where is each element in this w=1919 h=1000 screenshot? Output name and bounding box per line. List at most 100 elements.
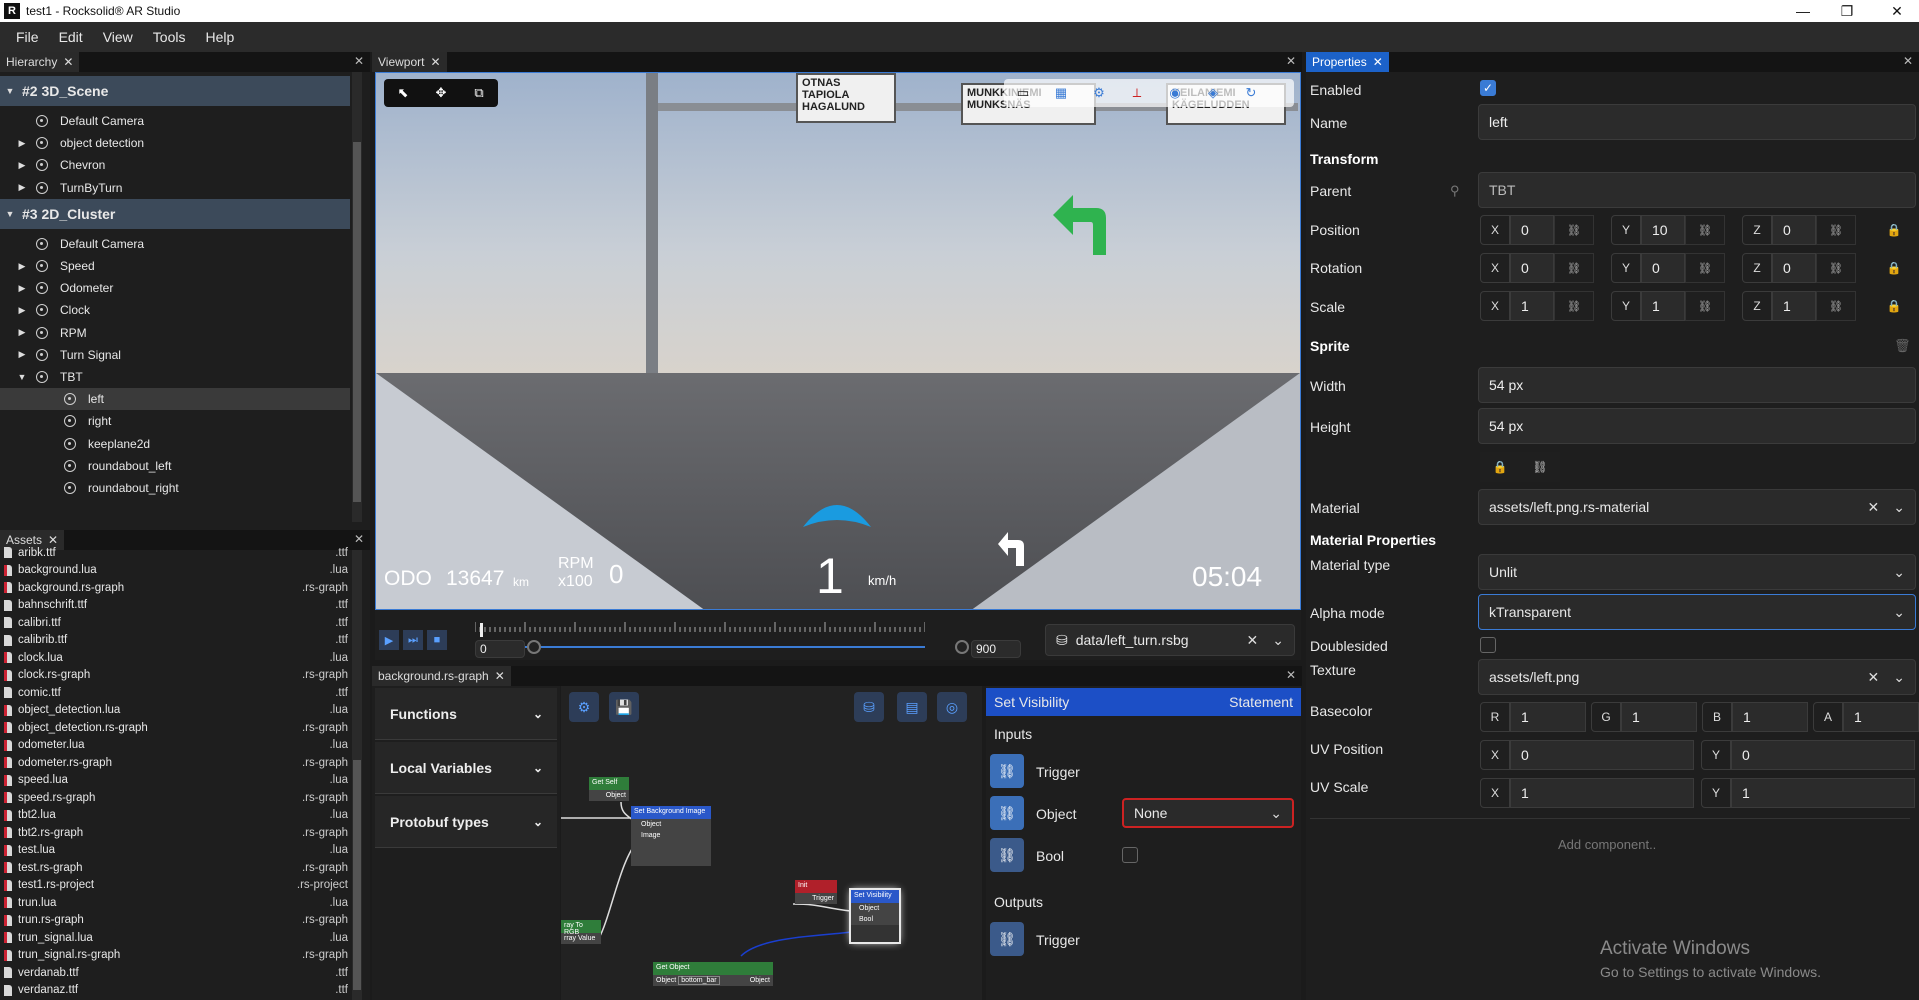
asset-item[interactable]: background.lua .lua: [4, 562, 350, 580]
node-set-background-image[interactable]: Set Background Image Object Image: [631, 806, 711, 866]
vector-component-field[interactable]: 1: [1510, 778, 1694, 808]
node-array-to-rgb[interactable]: ray To RGB rray Value: [561, 920, 601, 944]
range-start-handle[interactable]: [527, 640, 541, 654]
clear-icon[interactable]: ✕: [1868, 669, 1880, 686]
asset-item[interactable]: bahnschrift.ttf .ttf: [4, 597, 350, 615]
asset-item[interactable]: trun.rs-graph .rs-graph: [4, 912, 350, 930]
vector-component-field[interactable]: 1: [1510, 291, 1554, 321]
graph-canvas[interactable]: ⚙ 💾 ⛁ ▤ ◎ Get Self Object Set Background…: [561, 686, 982, 1000]
select-tool-icon[interactable]: ⬉: [384, 85, 422, 101]
asset-item[interactable]: test.lua .lua: [4, 842, 350, 860]
maximize-button[interactable]: ❐: [1825, 0, 1869, 22]
link-icon[interactable]: ⛓: [990, 922, 1024, 956]
menu-tools[interactable]: Tools: [143, 29, 196, 45]
expand-arrow-icon[interactable]: ▶: [16, 138, 28, 149]
node-set-visibility[interactable]: Set Visibility Object Bool: [849, 888, 901, 944]
scroll-thumb[interactable]: [353, 142, 361, 502]
expand-arrow-icon[interactable]: ▶: [16, 261, 28, 272]
hierarchy-item[interactable]: roundabout_left: [0, 455, 350, 477]
link-icon[interactable]: ⛓: [1554, 215, 1594, 245]
scale-tool-icon[interactable]: ⧉: [460, 85, 498, 101]
vector-component-field[interactable]: 0: [1641, 253, 1685, 283]
recording-select[interactable]: ⛁ data/left_turn.rsbg ✕ ⌄: [1045, 624, 1295, 656]
asset-item[interactable]: calibrib.ttf .ttf: [4, 632, 350, 650]
clear-icon[interactable]: ✕: [1247, 632, 1259, 649]
clear-icon[interactable]: ✕: [1868, 499, 1880, 516]
local-variables-section[interactable]: Local Variables ⌄: [375, 742, 557, 794]
play-icon[interactable]: ▶: [379, 630, 399, 650]
asset-item[interactable]: aribk.ttf .ttf: [4, 544, 350, 562]
move-tool-icon[interactable]: ✥: [422, 85, 460, 101]
asset-item[interactable]: test.rs-graph .rs-graph: [4, 859, 350, 877]
view-icon[interactable]: ◈: [1194, 85, 1232, 101]
link-icon[interactable]: ⛓: [990, 796, 1024, 830]
minimize-button[interactable]: —: [1781, 0, 1825, 22]
tab-viewport[interactable]: Viewport ✕: [372, 52, 447, 72]
add-component-button[interactable]: Add component..: [1558, 837, 1656, 852]
link-icon[interactable]: ⛓: [990, 838, 1024, 872]
close-icon[interactable]: ✕: [354, 54, 364, 68]
close-icon[interactable]: ✕: [430, 55, 440, 69]
hierarchy-item[interactable]: right: [0, 410, 350, 432]
link-icon[interactable]: ⛓: [1816, 215, 1856, 245]
playhead-marker[interactable]: [480, 623, 483, 637]
expand-arrow-icon[interactable]: ▶: [16, 283, 28, 294]
vector-component-field[interactable]: 0: [1772, 253, 1816, 283]
asset-item[interactable]: test1.rs-project .rs-project: [4, 877, 350, 895]
asset-item[interactable]: calibri.ttf .ttf: [4, 614, 350, 632]
asset-item[interactable]: speed.lua .lua: [4, 772, 350, 790]
vector-component-field[interactable]: 1: [1772, 291, 1816, 321]
hierarchy-item[interactable]: ▶ Chevron: [0, 154, 350, 176]
asset-item[interactable]: verdanaz.ttf .ttf: [4, 982, 350, 1000]
vector-component-field[interactable]: 1: [1641, 291, 1685, 321]
asset-item[interactable]: verdanab.ttf .ttf: [4, 964, 350, 982]
link-icon[interactable]: ⛓: [1554, 253, 1594, 283]
lock-icon[interactable]: 🔒: [1480, 452, 1520, 482]
node-get-self[interactable]: Get Self Object: [589, 777, 629, 801]
doublesided-checkbox[interactable]: [1480, 637, 1496, 653]
hierarchy-scene[interactable]: ▼ #3 2D_Cluster: [0, 198, 350, 229]
link-icon[interactable]: ⛓: [1554, 291, 1594, 321]
link-icon[interactable]: ⛓: [990, 754, 1024, 788]
enabled-checkbox[interactable]: ✓: [1480, 80, 1496, 96]
expand-arrow-icon[interactable]: ▼: [4, 86, 16, 96]
hierarchy-item[interactable]: ▶ Turn Signal: [0, 344, 350, 366]
close-icon[interactable]: ✕: [1903, 54, 1913, 68]
settings-icon[interactable]: ⚙: [1080, 85, 1118, 101]
close-icon[interactable]: ✕: [1286, 54, 1296, 68]
range-end-handle[interactable]: [955, 640, 969, 654]
asset-item[interactable]: background.rs-graph .rs-graph: [4, 579, 350, 597]
hierarchy-item[interactable]: ▶ Clock: [0, 299, 350, 321]
hierarchy-item[interactable]: Default Camera: [0, 233, 350, 255]
range-start-field[interactable]: 0: [475, 640, 525, 658]
asset-item[interactable]: trun_signal.rs-graph .rs-graph: [4, 947, 350, 965]
chevron-down-icon[interactable]: ⌄: [1893, 499, 1905, 516]
hierarchy-item[interactable]: roundabout_right: [0, 477, 350, 499]
asset-item[interactable]: trun_signal.lua .lua: [4, 929, 350, 947]
asset-item[interactable]: object_detection.lua .lua: [4, 702, 350, 720]
expand-arrow-icon[interactable]: ▶: [16, 182, 28, 193]
hierarchy-item[interactable]: keeplane2d: [0, 433, 350, 455]
pin-icon[interactable]: ⚲: [1450, 183, 1460, 199]
vector-component-field[interactable]: 1: [1510, 702, 1586, 732]
name-field[interactable]: left: [1478, 104, 1916, 140]
bool-checkbox[interactable]: [1122, 847, 1138, 863]
material-select[interactable]: assets/left.png.rs-material ✕ ⌄: [1478, 489, 1916, 525]
link-icon[interactable]: ⛓: [1816, 291, 1856, 321]
chevron-down-icon[interactable]: ⌄: [1272, 632, 1284, 649]
parent-field[interactable]: TBT: [1478, 172, 1916, 208]
scroll-thumb[interactable]: [353, 760, 361, 990]
close-icon[interactable]: ✕: [495, 669, 505, 683]
vector-component-field[interactable]: 10: [1641, 215, 1685, 245]
vector-component-field[interactable]: 0: [1510, 215, 1554, 245]
step-icon[interactable]: ⏭: [403, 630, 423, 650]
asset-item[interactable]: trun.lua .lua: [4, 894, 350, 912]
link-icon[interactable]: ⛓: [1685, 215, 1725, 245]
hierarchy-item[interactable]: ▶ object detection: [0, 132, 350, 154]
grid-icon[interactable]: ▦: [1042, 85, 1080, 101]
close-icon[interactable]: ✕: [1286, 668, 1296, 682]
asset-item[interactable]: odometer.rs-graph .rs-graph: [4, 754, 350, 772]
alpha-mode-select[interactable]: kTransparent ⌄: [1478, 594, 1916, 630]
expand-arrow-icon[interactable]: ▶: [16, 160, 28, 171]
assets-scrollbar[interactable]: [352, 550, 362, 1000]
